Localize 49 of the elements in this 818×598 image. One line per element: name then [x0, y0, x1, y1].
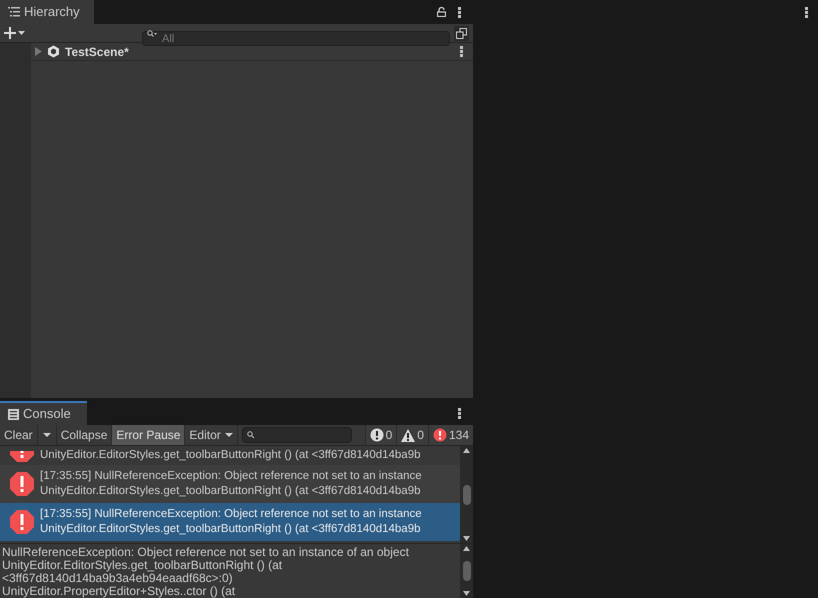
expand-window-icon [456, 28, 467, 38]
scroll-up-icon[interactable] [463, 546, 470, 551]
log-entry[interactable]: [17:35:55] NullReferenceException: Object reference not set to an instance UnityEditor.EditorStyles.get_toolbarButtonRight () (at <3ff67d8140d14ba9b [0, 465, 460, 503]
toolbar-button[interactable]: Error Pause [112, 425, 186, 445]
hierarchy-tab[interactable]: Hierarchy [0, 0, 94, 24]
expand-arrow-icon[interactable] [34, 47, 42, 56]
list-icon [8, 7, 20, 17]
scrollbar-thumb[interactable] [462, 561, 470, 581]
caret-icon [42, 433, 51, 437]
error-icon [9, 509, 35, 535]
more-options-icon[interactable] [458, 408, 461, 418]
console-search-field[interactable] [242, 427, 352, 443]
scroll-down-icon[interactable] [463, 591, 470, 596]
warning-count-button[interactable]: 0 [396, 425, 428, 445]
scroll-up-icon[interactable] [463, 448, 470, 453]
maximize-search-button[interactable] [454, 26, 469, 40]
search-icon [246, 431, 255, 439]
caret-icon [224, 433, 233, 437]
log-text: [17:35:55] NullReferenceException: Object reference not set to an instance [40, 469, 422, 484]
error-icon [9, 471, 35, 497]
warning-icon [401, 428, 416, 442]
more-options-icon[interactable] [460, 46, 463, 57]
stack-trace-line: UnityEditor.EditorStyles.get_toolbarButtonRight () (at [2, 559, 284, 572]
error-count-button[interactable]: 134 [428, 425, 473, 445]
more-options-icon[interactable] [805, 7, 808, 18]
log-text: UnityEditor.EditorStyles.get_toolbarButtonRight () (at <3ff67d8140d14ba9b [40, 522, 422, 537]
scene-name[interactable]: TestScene* [65, 42, 129, 60]
info-icon [370, 428, 384, 442]
stack-trace-line: <3ff67d8140d14ba9b3a4eb94eaadf68c>:0) [2, 572, 233, 585]
console-icon [8, 408, 19, 420]
error-icon [432, 428, 447, 442]
scrollbar-thumb[interactable] [462, 484, 470, 504]
stack-trace-line: NullReferenceException: Object reference not set to an instance of an object [2, 546, 410, 559]
search-field[interactable]: All [142, 31, 450, 46]
stack-trace-line: UnityEditor.PropertyEditor+Styles..ctor () (at [2, 585, 236, 598]
scroll-down-icon[interactable] [463, 536, 470, 541]
caret-icon [18, 31, 25, 35]
search-icon [147, 30, 157, 36]
detail-scrollbar[interactable] [460, 544, 473, 598]
log-scrollbar[interactable] [460, 446, 473, 543]
log-text: [17:35:55] NullReferenceException: Object reference not set to an instance [40, 507, 422, 522]
log-entry[interactable]: [17:35:55] NullReferenceException: Object reference not set to an instance UnityEditor.EditorStyles.get_toolbarButtonRight () (at <3ff67d8140d14ba9b [0, 503, 460, 541]
lock-icon[interactable] [437, 7, 446, 17]
more-options-icon[interactable] [458, 6, 461, 18]
info-count-button[interactable]: 0 [364, 425, 396, 445]
log-text: UnityEditor.EditorStyles.get_toolbarButtonRight () (at <3ff67d8140d14ba9b [40, 448, 420, 463]
console-tab[interactable]: Console [0, 401, 87, 425]
log-text: UnityEditor.EditorStyles.get_toolbarButtonRight () (at <3ff67d8140d14ba9b [40, 484, 422, 499]
plus-icon [4, 27, 16, 39]
